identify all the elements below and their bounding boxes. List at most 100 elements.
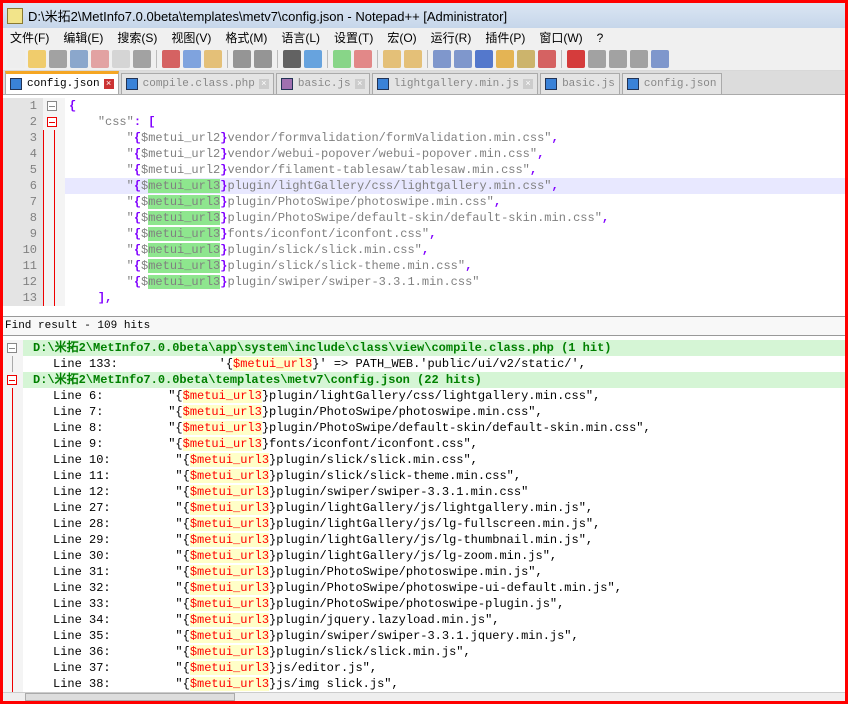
toolbar-separator <box>561 49 562 68</box>
print-icon[interactable] <box>133 49 151 68</box>
find-result-row[interactable]: Line 10: "{$metui_url3}plugin/slick/slic… <box>3 452 845 468</box>
editor-line[interactable]: 7 "{$metui_url3}plugin/PhotoSwipe/photos… <box>3 194 845 210</box>
editor-line[interactable]: 1{ <box>3 98 845 114</box>
folder-workspace-icon[interactable] <box>538 49 556 68</box>
find-result-row[interactable]: Line 6: "{$metui_url3}plugin/lightGaller… <box>3 388 845 404</box>
indent-guide-icon[interactable] <box>475 49 493 68</box>
menu-item[interactable]: 视图(V) <box>164 29 218 46</box>
editor-line[interactable]: 6 "{$metui_url3}plugin/lightGallery/css/… <box>3 178 845 194</box>
menu-item[interactable]: 设置(T) <box>327 29 380 46</box>
editor-line[interactable]: 13 ], <box>3 290 845 306</box>
editor-line[interactable]: 3 "{$metui_url2}vendor/formvalidation/fo… <box>3 130 845 146</box>
tab-config-json[interactable]: config.json <box>621 73 722 94</box>
save-macro-icon[interactable] <box>651 49 669 68</box>
find-result-row[interactable]: Line 38: "{$metui_url3}js/img slick.js", <box>3 676 845 692</box>
find-result-row[interactable]: Line 9: "{$metui_url3}fonts/iconfont/ico… <box>3 436 845 452</box>
close-icon[interactable] <box>91 49 109 68</box>
new-file-icon[interactable] <box>7 49 25 68</box>
close-tab-icon[interactable]: × <box>258 79 269 89</box>
fold-toggle-icon[interactable] <box>47 117 57 127</box>
menu-item[interactable]: 运行(R) <box>424 29 479 46</box>
close-tab-icon[interactable]: × <box>354 79 365 89</box>
menu-item[interactable]: 格式(M) <box>218 29 274 46</box>
fold-margin <box>3 452 23 468</box>
fold-toggle-icon[interactable] <box>47 101 57 111</box>
find-result-row[interactable]: Line 133: '{$metui_url3}' => PATH_WEB.'p… <box>3 356 845 372</box>
close-tab-icon[interactable]: × <box>523 79 534 89</box>
sync-v-icon[interactable] <box>383 49 401 68</box>
line-text: "{$metui_url3}plugin/swiper/swiper-3.3.1… <box>126 275 480 289</box>
menu-item[interactable]: 文件(F) <box>3 29 56 46</box>
menu-item[interactable]: 宏(O) <box>380 29 423 46</box>
horizontal-scrollbar[interactable] <box>3 692 845 701</box>
sync-h-icon[interactable] <box>404 49 422 68</box>
replace-icon[interactable] <box>304 49 322 68</box>
menu-item[interactable]: 编辑(E) <box>56 29 110 46</box>
menu-item[interactable]: ? <box>590 31 611 45</box>
show-all-chars-icon[interactable] <box>454 49 472 68</box>
find-results-panel[interactable]: D:\米拓2\MetInfo7.0.0beta\app\system\inclu… <box>3 340 845 692</box>
zoom-in-icon[interactable] <box>333 49 351 68</box>
save-icon[interactable] <box>49 49 67 68</box>
open-file-icon[interactable] <box>28 49 46 68</box>
editor-line[interactable]: 4 "{$metui_url2}vendor/webui-popover/web… <box>3 146 845 162</box>
find-result-row[interactable]: Line 29: "{$metui_url3}plugin/lightGalle… <box>3 532 845 548</box>
editor-line[interactable]: 10 "{$metui_url3}plugin/slick/slick.min.… <box>3 242 845 258</box>
stop-macro-icon[interactable] <box>588 49 606 68</box>
find-file-row[interactable]: D:\米拓2\MetInfo7.0.0beta\templates\metv7\… <box>3 372 845 388</box>
paste-icon[interactable] <box>204 49 222 68</box>
find-result-row[interactable]: Line 28: "{$metui_url3}plugin/lightGalle… <box>3 516 845 532</box>
find-result-row[interactable]: Line 32: "{$metui_url3}plugin/PhotoSwipe… <box>3 580 845 596</box>
find-result-row[interactable]: Line 34: "{$metui_url3}plugin/jquery.laz… <box>3 612 845 628</box>
find-file-path: D:\米拓2\MetInfo7.0.0beta\app\system\inclu… <box>23 340 845 356</box>
editor-line[interactable]: 2 "css": [ <box>3 114 845 130</box>
copy-icon[interactable] <box>183 49 201 68</box>
find-result-row[interactable]: Line 33: "{$metui_url3}plugin/PhotoSwipe… <box>3 596 845 612</box>
save-all-icon[interactable] <box>70 49 88 68</box>
menu-item[interactable]: 窗口(W) <box>532 29 589 46</box>
scrollbar-thumb[interactable] <box>25 693 235 701</box>
editor-line[interactable]: 8 "{$metui_url3}plugin/PhotoSwipe/defaul… <box>3 210 845 226</box>
fold-toggle-icon[interactable] <box>7 343 17 353</box>
tab-config-json[interactable]: config.json × <box>5 71 119 94</box>
editor-line[interactable]: 12 "{$metui_url3}plugin/swiper/swiper-3.… <box>3 274 845 290</box>
editor[interactable]: 1{2 "css": [3 "{$metui_url2}vendor/formv… <box>3 98 845 314</box>
redo-icon[interactable] <box>254 49 272 68</box>
find-result-row[interactable]: Line 35: "{$metui_url3}plugin/swiper/swi… <box>3 628 845 644</box>
record-macro-icon[interactable] <box>567 49 585 68</box>
editor-line[interactable]: 5 "{$metui_url2}vendor/filament-tablesaw… <box>3 162 845 178</box>
run-macro-multiple-icon[interactable] <box>630 49 648 68</box>
tab-label: basic.js <box>297 78 351 90</box>
editor-line[interactable]: 11 "{$metui_url3}plugin/slick/slick-them… <box>3 258 845 274</box>
fold-toggle-icon[interactable] <box>7 375 17 385</box>
zoom-out-icon[interactable] <box>354 49 372 68</box>
tab-compile-class-php[interactable]: compile.class.php × <box>120 73 274 94</box>
find-result-row[interactable]: Line 36: "{$metui_url3}plugin/slick/slic… <box>3 644 845 660</box>
menu-item[interactable]: 插件(P) <box>478 29 532 46</box>
editor-line[interactable]: 9 "{$metui_url3}fonts/iconfont/iconfont.… <box>3 226 845 242</box>
find-file-row[interactable]: D:\米拓2\MetInfo7.0.0beta\app\system\inclu… <box>3 340 845 356</box>
find-result-row[interactable]: Line 31: "{$metui_url3}plugin/PhotoSwipe… <box>3 564 845 580</box>
find-result-row[interactable]: Line 11: "{$metui_url3}plugin/slick/slic… <box>3 468 845 484</box>
close-tab-icon[interactable]: × <box>103 79 114 89</box>
doc-map-icon[interactable] <box>496 49 514 68</box>
find-result-row[interactable]: Line 27: "{$metui_url3}plugin/lightGalle… <box>3 500 845 516</box>
find-result-row[interactable]: Line 7: "{$metui_url3}plugin/PhotoSwipe/… <box>3 404 845 420</box>
menu-item[interactable]: 语言(L) <box>274 29 327 46</box>
find-icon[interactable] <box>283 49 301 68</box>
find-result-row[interactable]: Line 8: "{$metui_url3}plugin/PhotoSwipe/… <box>3 420 845 436</box>
close-all-icon[interactable] <box>112 49 130 68</box>
find-result-row[interactable]: Line 12: "{$metui_url3}plugin/swiper/swi… <box>3 484 845 500</box>
play-macro-icon[interactable] <box>609 49 627 68</box>
tab-basic-js[interactable]: basic.js <box>540 73 620 94</box>
tab-lightgallery-min-js[interactable]: lightgallery.min.js × <box>371 73 539 94</box>
tab-basic-js[interactable]: basic.js × <box>275 73 370 94</box>
cut-icon[interactable] <box>162 49 180 68</box>
menu-bar: 文件(F) 编辑(E) 搜索(S) 视图(V) 格式(M) 语言(L) 设置(T) 宏(O) 运… <box>3 28 845 47</box>
word-wrap-icon[interactable] <box>433 49 451 68</box>
find-result-row[interactable]: Line 37: "{$metui_url3}js/editor.js", <box>3 660 845 676</box>
menu-item[interactable]: 搜索(S) <box>110 29 164 46</box>
undo-icon[interactable] <box>233 49 251 68</box>
function-list-icon[interactable] <box>517 49 535 68</box>
find-result-row[interactable]: Line 30: "{$metui_url3}plugin/lightGalle… <box>3 548 845 564</box>
